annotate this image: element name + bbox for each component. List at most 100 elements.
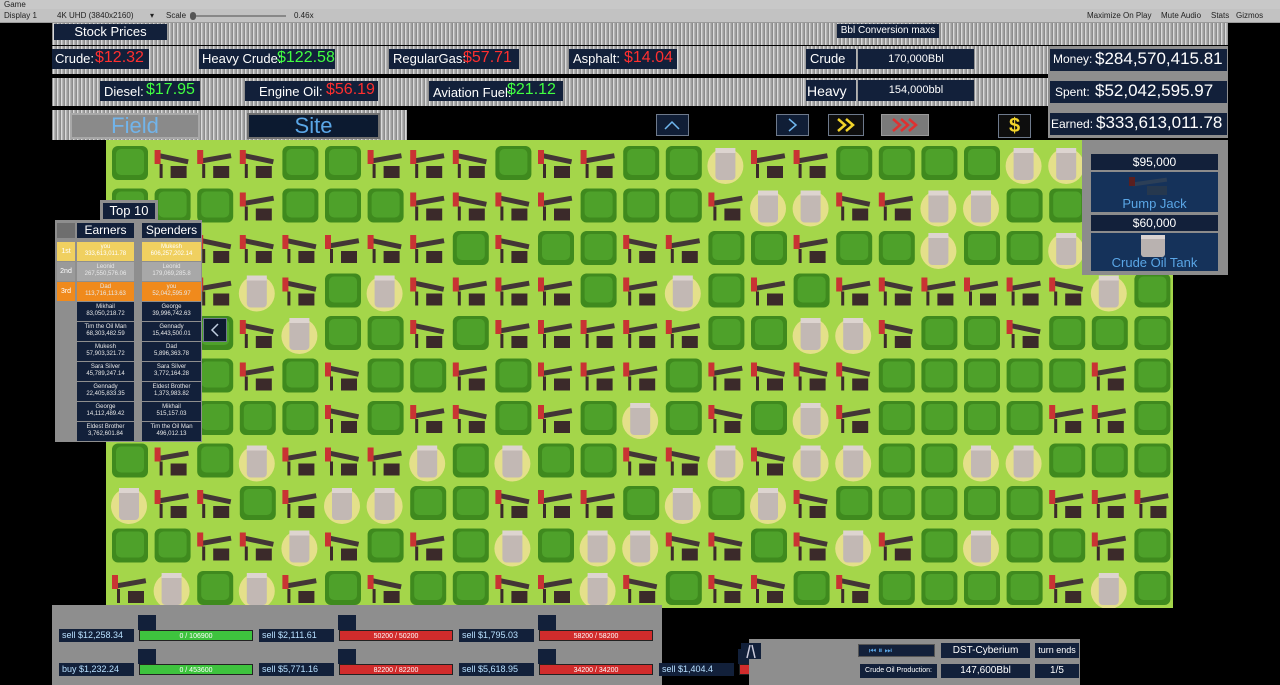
sell-button[interactable]: sell $2,111.61 bbox=[259, 629, 334, 642]
sell-button[interactable]: sell $5,618.95 bbox=[459, 663, 534, 676]
bush-tile[interactable] bbox=[665, 571, 702, 605]
pump-jack-tile[interactable] bbox=[1049, 405, 1084, 433]
pump-jack-tile[interactable] bbox=[282, 575, 317, 603]
pump-jack-tile[interactable] bbox=[367, 235, 402, 263]
maximize-on-play-button[interactable]: Maximize On Play bbox=[1087, 11, 1151, 21]
bush-tile[interactable] bbox=[623, 146, 660, 180]
pump-jack-buy-button[interactable]: Pump Jack bbox=[1091, 172, 1218, 212]
pump-jack-tile[interactable] bbox=[495, 235, 530, 263]
oil-tank-tile[interactable] bbox=[238, 573, 275, 609]
bush-tile[interactable] bbox=[793, 273, 830, 308]
oil-tank-tile[interactable] bbox=[920, 233, 957, 269]
bush-tile[interactable] bbox=[751, 401, 787, 435]
pump-jack-tile[interactable] bbox=[708, 532, 743, 561]
bush-tile[interactable] bbox=[793, 571, 830, 605]
pump-jack-tile[interactable] bbox=[239, 362, 275, 391]
pump-jack-tile[interactable] bbox=[367, 447, 402, 476]
pump-jack-tile[interactable] bbox=[197, 532, 232, 561]
pump-jack-tile[interactable] bbox=[367, 575, 402, 603]
bush-tile[interactable] bbox=[1134, 358, 1171, 393]
oil-tank-tile[interactable] bbox=[579, 573, 616, 609]
bush-tile[interactable] bbox=[282, 358, 319, 393]
pump-jack-tile[interactable] bbox=[154, 490, 189, 518]
bush-tile[interactable] bbox=[836, 486, 873, 520]
bush-tile[interactable] bbox=[367, 188, 404, 223]
oil-field-map[interactable] bbox=[106, 140, 1173, 609]
bush-tile[interactable] bbox=[964, 486, 1000, 520]
bush-tile[interactable] bbox=[495, 401, 532, 435]
bush-tile[interactable] bbox=[1049, 528, 1086, 563]
bush-tile[interactable] bbox=[325, 146, 361, 180]
bush-tile[interactable] bbox=[112, 528, 148, 563]
pump-jack-tile[interactable] bbox=[665, 447, 700, 476]
pump-jack-tile[interactable] bbox=[410, 320, 445, 348]
sell-button[interactable]: sell $5,771.16 bbox=[259, 663, 334, 676]
pump-jack-tile[interactable] bbox=[708, 405, 743, 433]
pump-jack-tile[interactable] bbox=[538, 575, 573, 603]
bush-tile[interactable] bbox=[580, 231, 617, 265]
pump-jack-tile[interactable] bbox=[580, 320, 615, 348]
oil-tank-tile[interactable] bbox=[238, 275, 275, 312]
bush-tile[interactable] bbox=[708, 231, 745, 265]
pump-jack-tile[interactable] bbox=[623, 447, 658, 476]
pump-jack-tile[interactable] bbox=[112, 575, 147, 603]
bush-tile[interactable] bbox=[239, 401, 276, 435]
bush-tile[interactable] bbox=[665, 358, 702, 393]
pump-jack-tile[interactable] bbox=[538, 362, 573, 391]
turn-ends-button[interactable]: turn ends bbox=[1035, 643, 1079, 658]
oil-tank-tile[interactable] bbox=[622, 530, 659, 567]
pump-jack-tile[interactable] bbox=[538, 150, 573, 178]
bush-tile[interactable] bbox=[197, 571, 234, 605]
bush-tile[interactable] bbox=[452, 443, 489, 478]
pump-jack-tile[interactable] bbox=[410, 532, 445, 561]
bush-tile[interactable] bbox=[964, 571, 1000, 605]
pump-jack-tile[interactable] bbox=[452, 192, 487, 221]
pump-jack-tile[interactable] bbox=[495, 575, 530, 603]
pump-jack-tile[interactable] bbox=[239, 235, 274, 263]
pump-jack-tile[interactable] bbox=[282, 447, 317, 476]
pump-jack-tile[interactable] bbox=[751, 277, 786, 306]
bush-tile[interactable] bbox=[410, 571, 447, 605]
bush-tile[interactable] bbox=[1006, 528, 1043, 563]
bush-tile[interactable] bbox=[921, 486, 958, 520]
oil-tank-tile[interactable] bbox=[963, 190, 999, 227]
oil-tank-tile[interactable] bbox=[1048, 233, 1085, 269]
pump-jack-tile[interactable] bbox=[410, 192, 445, 221]
pump-jack-tile[interactable] bbox=[921, 277, 956, 306]
bush-tile[interactable] bbox=[367, 528, 404, 563]
bush-tile[interactable] bbox=[197, 443, 234, 478]
bush-tile[interactable] bbox=[751, 231, 787, 265]
pump-jack-tile[interactable] bbox=[197, 490, 232, 518]
bush-tile[interactable] bbox=[836, 231, 873, 265]
pump-jack-tile[interactable] bbox=[1091, 405, 1127, 433]
mute-audio-button[interactable]: Mute Audio bbox=[1161, 11, 1201, 21]
sell-button[interactable]: sell $1,795.03 bbox=[459, 629, 534, 642]
pump-jack-tile[interactable] bbox=[580, 490, 615, 518]
bush-tile[interactable] bbox=[580, 443, 617, 478]
crude-tank-buy-button[interactable]: Crude Oil Tank bbox=[1091, 233, 1218, 271]
pump-jack-tile[interactable] bbox=[538, 405, 573, 433]
oil-tank-tile[interactable] bbox=[409, 445, 446, 482]
bush-tile[interactable] bbox=[964, 358, 1000, 393]
oil-tank-tile[interactable] bbox=[1005, 148, 1042, 184]
bush-tile[interactable] bbox=[154, 528, 191, 563]
buy-button[interactable]: buy $1,232.24 bbox=[59, 663, 134, 676]
bush-tile[interactable] bbox=[154, 188, 191, 223]
bush-tile[interactable] bbox=[1134, 401, 1171, 435]
pump-jack-tile[interactable] bbox=[580, 362, 615, 391]
bush-tile[interactable] bbox=[367, 358, 404, 393]
bush-tile[interactable] bbox=[452, 486, 489, 520]
bush-tile[interactable] bbox=[452, 231, 489, 265]
pump-jack-tile[interactable] bbox=[878, 532, 914, 561]
scale-slider[interactable] bbox=[190, 15, 286, 17]
display-select[interactable]: Display 1 bbox=[4, 11, 37, 21]
pump-jack-tile[interactable] bbox=[1134, 490, 1169, 518]
bush-tile[interactable] bbox=[921, 401, 958, 435]
oil-tank-tile[interactable] bbox=[324, 488, 360, 524]
pump-jack-tile[interactable] bbox=[878, 277, 913, 306]
bush-tile[interactable] bbox=[580, 188, 617, 223]
pump-jack-tile[interactable] bbox=[623, 277, 658, 306]
bush-tile[interactable] bbox=[1006, 231, 1043, 265]
oil-tank-tile[interactable] bbox=[750, 488, 786, 524]
bush-tile[interactable] bbox=[921, 571, 958, 605]
